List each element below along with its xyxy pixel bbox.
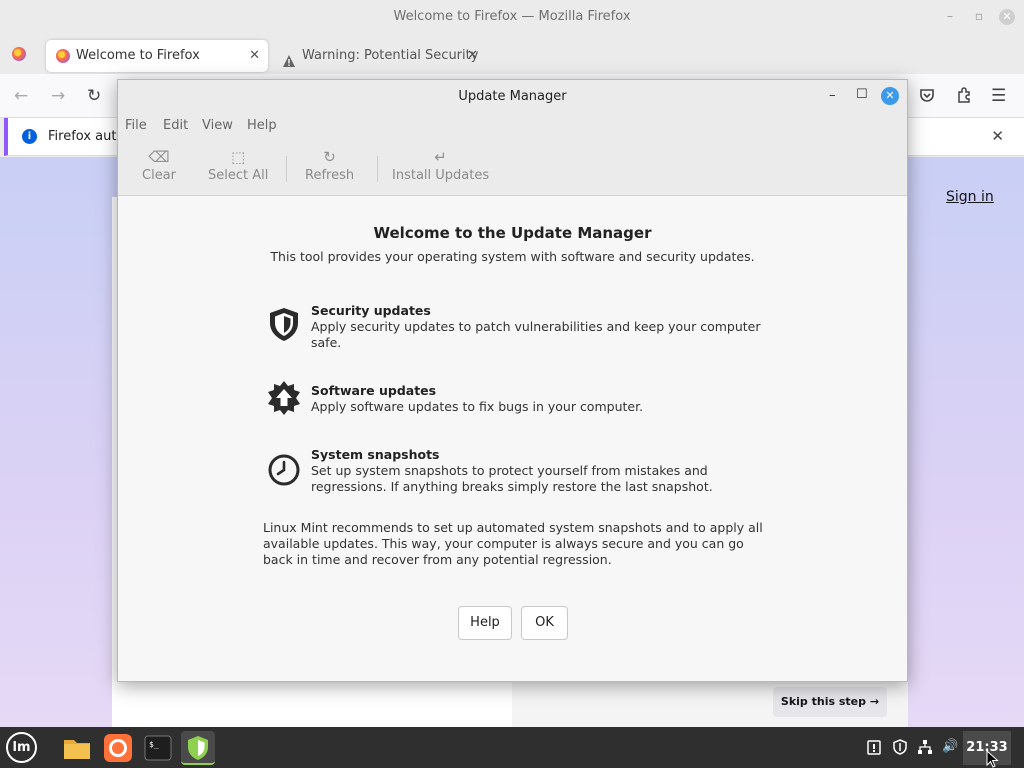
feature-title-software: Software updates [311,383,437,398]
clear-label: Clear [142,168,176,183]
recommendation-text: Linux Mint recommends to set up automate… [263,520,763,567]
tab-welcome-to-firefox[interactable]: Welcome to Firefox ✕ [46,40,268,72]
close-icon[interactable]: ✕ [991,127,1004,145]
install-icon: ↵ [434,148,447,166]
forward-icon[interactable]: → [51,86,65,106]
terminal-icon: $_ [144,735,172,761]
refresh-icon: ↻ [323,148,336,166]
reload-icon[interactable]: ↻ [87,86,101,106]
shield-icon [188,736,208,760]
hamburger-menu-icon[interactable]: ☰ [991,86,1006,106]
folder-icon [64,740,90,759]
menu-edit[interactable]: Edit [163,118,188,133]
maximize-icon[interactable]: ▫ [972,9,986,23]
network-icon[interactable] [917,739,933,759]
refresh-label: Refresh [305,168,355,183]
update-manager-header: Update Manager – ☐ ✕ File Edit View Help… [118,80,907,196]
feature-desc-security: Apply security updates to patch vulnerab… [311,319,761,350]
files-launcher[interactable] [60,731,94,765]
select-all-icon: ⬚ [231,148,246,166]
maximize-icon[interactable]: ☐ [856,87,868,102]
firefox-icon [104,734,132,762]
install-updates-label: Install Updates [392,168,490,183]
close-icon[interactable]: ✕ [999,9,1015,25]
menu-help[interactable]: Help [247,118,277,133]
tab-security-warning[interactable]: Warning: Potential Security ✕ [272,40,486,72]
minimize-icon[interactable]: – [829,88,836,103]
sign-in-link[interactable]: Sign in [946,189,994,205]
feature-desc-snapshots: Set up system snapshots to protect yours… [311,463,713,494]
firefox-titlebar: Welcome to Firefox — Mozilla Firefox – ▫… [0,0,1024,34]
update-shield-icon[interactable] [892,739,908,759]
upgrade-star-icon [266,380,302,416]
pocket-icon[interactable] [918,86,936,109]
help-button[interactable]: Help [458,606,512,640]
toolbar-separator [286,156,287,182]
update-manager-window: Update Manager – ☐ ✕ File Edit View Help… [117,79,908,682]
install-updates-button[interactable]: ↵ Install Updates [392,148,489,183]
firefox-tab-bar: Welcome to Firefox ✕ Warning: Potential … [0,34,1024,99]
terminal-launcher[interactable]: $_ [141,731,175,765]
back-icon[interactable]: ← [14,86,28,106]
shield-icon [266,306,302,342]
svg-text:$_: $_ [149,740,159,749]
menu-view[interactable]: View [202,118,233,133]
mint-menu-icon[interactable]: lm [6,732,37,763]
warning-icon [282,49,296,67]
welcome-subtitle: This tool provides your operating system… [270,249,755,264]
close-tab-icon[interactable]: ✕ [249,40,260,72]
feature-desc-software: Apply software updates to fix bugs in yo… [311,399,644,414]
welcome-panel: Welcome to the Update Manager This tool … [118,196,907,681]
firefox-icon [56,49,70,63]
feature-title-security: Security updates [311,303,431,318]
minimize-icon[interactable]: – [943,9,957,23]
clipboard-icon[interactable] [867,739,881,759]
clear-icon: ⌫ [148,148,170,166]
firefox-view-icon[interactable] [12,47,26,61]
menu-file[interactable]: File [125,118,147,133]
notification-text: Firefox auto [48,129,125,144]
update-manager-title: Update Manager [458,89,567,104]
toolbar-separator [377,156,378,182]
feature-title-snapshots: System snapshots [311,447,440,462]
firefox-window-title: Welcome to Firefox — Mozilla Firefox [393,9,631,24]
mouse-cursor-icon [986,750,999,768]
welcome-title: Welcome to the Update Manager [373,224,652,242]
clock-icon [266,452,302,488]
tab-label: Welcome to Firefox [76,48,200,63]
update-manager-launcher[interactable] [181,731,215,765]
firefox-launcher[interactable] [101,731,135,765]
volume-icon[interactable]: 🔊 [942,739,958,754]
select-all-label: Select All [208,168,269,183]
taskbar: lm $_ 🔊 21:33 [0,727,1024,768]
skip-step-button[interactable]: Skip this step → [773,687,887,717]
close-icon[interactable]: ✕ [881,87,899,105]
ok-button[interactable]: OK [521,606,568,640]
refresh-button[interactable]: ↻ Refresh [305,148,354,183]
info-icon: i [22,129,37,144]
close-tab-icon[interactable]: ✕ [467,40,478,72]
extensions-icon[interactable] [955,86,973,109]
select-all-button[interactable]: ⬚ Select All [208,148,268,183]
clear-button[interactable]: ⌫ Clear [142,148,176,183]
tab-label: Warning: Potential Security [302,48,479,63]
